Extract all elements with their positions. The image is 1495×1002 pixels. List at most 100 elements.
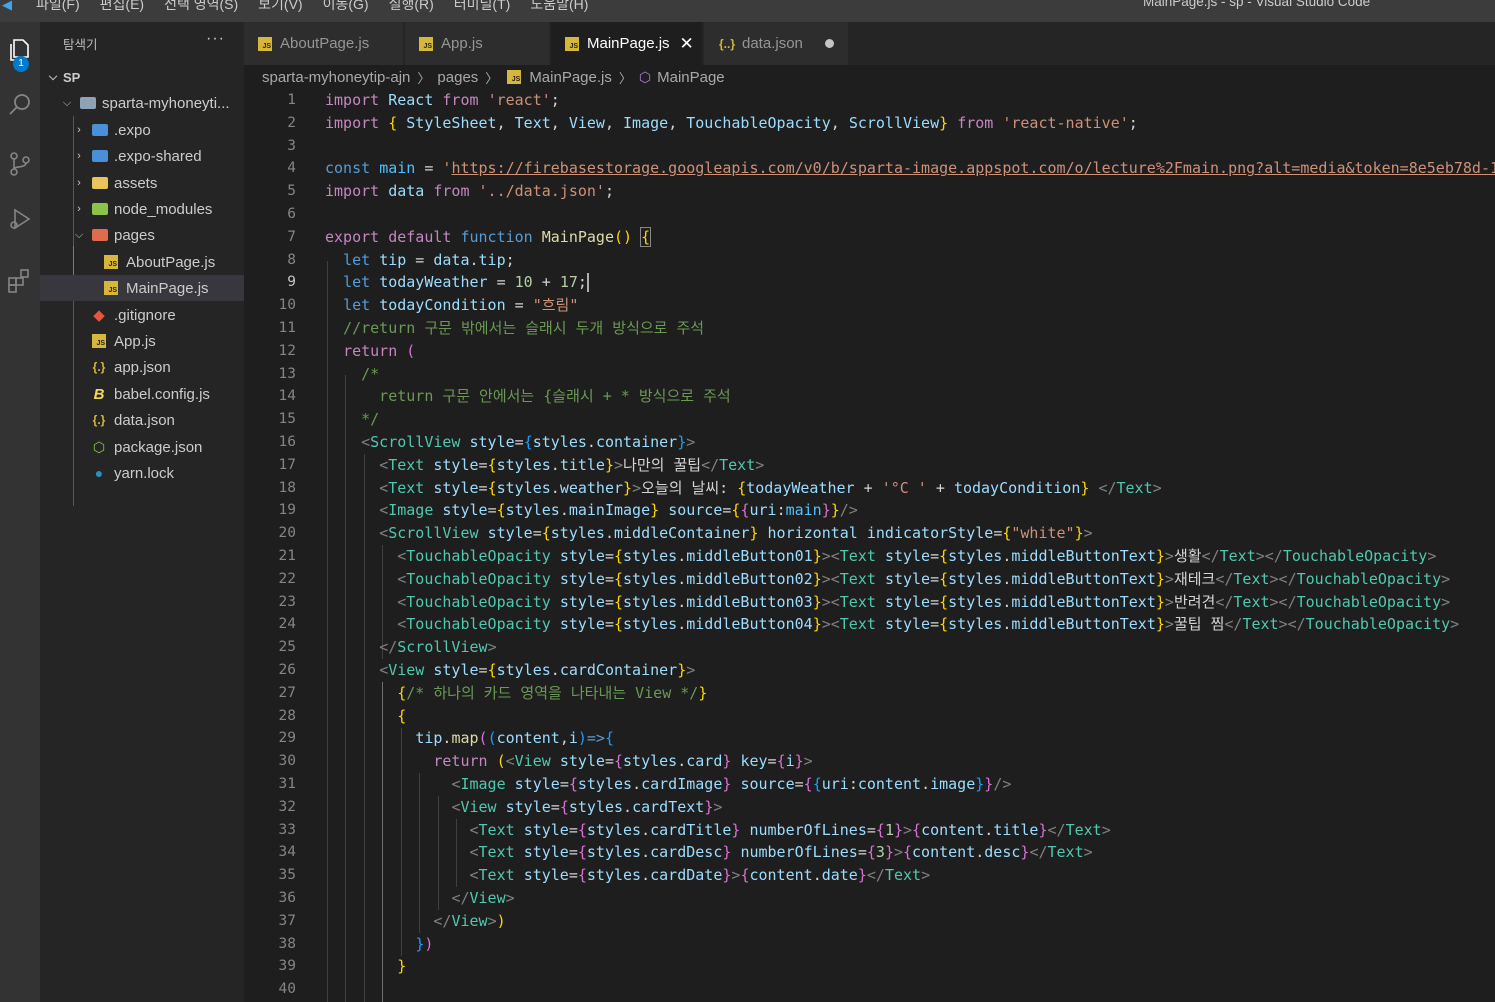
code-line[interactable]: { <box>325 705 406 728</box>
tab-aboutpage[interactable]: JS AboutPage.js <box>244 22 404 65</box>
code-line[interactable]: let tip = data.tip; <box>325 249 515 272</box>
unsaved-dot-icon[interactable] <box>824 39 834 48</box>
tree-item-datajson[interactable]: {.} data.json <box>40 407 244 433</box>
tree-item-label: assets <box>114 174 158 192</box>
tree-item-node-modules[interactable]: › node_modules <box>40 196 244 222</box>
tree-item-aboutpage[interactable]: JS AboutPage.js <box>40 249 244 275</box>
code-line[interactable]: <TouchableOpacity style={styles.middleBu… <box>325 613 1459 636</box>
tree-item-label: package.json <box>114 438 203 456</box>
tab-mainpage[interactable]: JS MainPage.js ✕ <box>551 22 703 65</box>
line-number: 34 <box>278 844 296 861</box>
tree-item-gitignore[interactable]: ◆ .gitignore <box>40 302 244 328</box>
code-line[interactable]: <TouchableOpacity style={styles.middleBu… <box>325 545 1436 568</box>
search-icon[interactable] <box>0 80 40 130</box>
tree-item-appjson[interactable]: {.} app.json <box>40 354 244 380</box>
line-number: 15 <box>278 411 296 428</box>
code-line[interactable]: <Text style={styles.cardDate}>{content.d… <box>325 864 931 887</box>
more-actions-icon[interactable]: ··· <box>206 30 225 48</box>
tree-item-mainpage[interactable]: JS MainPage.js <box>40 275 244 301</box>
breadcrumb-folder[interactable]: sparta-myhoneytip-ajn <box>262 69 410 86</box>
chevron-right-icon: › <box>77 124 81 136</box>
code-line[interactable]: let todayWeather = 10 + 17; <box>325 271 589 294</box>
menu-selection[interactable]: 선택 영역(S) <box>154 0 248 14</box>
code-line[interactable]: <TouchableOpacity style={styles.middleBu… <box>325 591 1450 614</box>
activity-bar: 1 <box>0 22 40 1002</box>
code-line[interactable]: let todayCondition = "흐림" <box>325 294 578 317</box>
code-line[interactable]: const main = 'https://firebasestorage.go… <box>325 157 1495 180</box>
line-number: 32 <box>278 798 296 815</box>
code-line[interactable]: <Text style={styles.title}>나만의 꿀팁</Text> <box>325 454 764 477</box>
line-number: 4 <box>287 160 296 177</box>
tree-item-label: node_modules <box>114 200 213 218</box>
tree-item-yarnlock[interactable]: ● yarn.lock <box>40 460 244 486</box>
source-control-icon[interactable] <box>0 139 40 189</box>
code-line[interactable]: } <box>325 955 406 978</box>
chevron-down-icon: ⌵ <box>48 70 58 83</box>
tab-datajson[interactable]: {..} data.json <box>704 22 849 65</box>
workspace-section-header[interactable]: ⌵ SP <box>40 64 244 90</box>
extensions-icon[interactable] <box>0 256 40 306</box>
tree-item-label: .gitignore <box>114 306 176 324</box>
code-line[interactable]: <Text style={styles.cardDesc} numberOfLi… <box>325 841 1093 864</box>
tree-item-packagejson[interactable]: ⬡ package.json <box>40 434 244 460</box>
code-line[interactable]: import React from 'react'; <box>325 89 560 112</box>
tree-item-babel-config[interactable]: B babel.config.js <box>40 381 244 407</box>
breadcrumb-file[interactable]: MainPage.js <box>529 69 612 86</box>
code-line[interactable]: <ScrollView style={styles.middleContaine… <box>325 522 1092 545</box>
code-line[interactable]: </View>) <box>325 910 505 933</box>
menu-edit[interactable]: 편집(E) <box>90 0 154 14</box>
code-line[interactable]: <ScrollView style={styles.container}> <box>325 431 695 454</box>
code-line[interactable]: return ( <box>325 340 415 363</box>
menu-terminal[interactable]: 터미널(T) <box>444 0 521 14</box>
tree-item-expo[interactable]: › .expo <box>40 117 244 143</box>
code-line[interactable]: import { StyleSheet, Text, View, Image, … <box>325 112 1138 135</box>
tree-item-root-folder[interactable]: ⌵ sparta-myhoneyti... <box>40 90 244 116</box>
js-file-icon: JS <box>507 70 522 84</box>
line-number: 18 <box>278 479 296 496</box>
tab-appjs[interactable]: JS App.js <box>405 22 550 65</box>
explorer-icon[interactable]: 1 <box>0 25 40 75</box>
code-line[interactable]: <View style={styles.cardContainer}> <box>325 659 695 682</box>
code-line[interactable]: }) <box>325 933 433 956</box>
close-icon[interactable]: ✕ <box>680 34 694 54</box>
tree-item-pages[interactable]: ⌵ pages <box>40 222 244 248</box>
code-line[interactable]: <Text style={styles.weather}>오늘의 날씨: {to… <box>325 477 1161 500</box>
code-editor[interactable]: 1 2 3 4 5 6 7 8 9 10 11 12 13 14 15 16 17 18 19 20 21 22 23 24 2… <box>244 89 1495 1002</box>
menu-bar: ◀ 파일(F) 편집(E) 선택 영역(S) 보기(V) 이동(G) 실행(R)… <box>0 0 598 15</box>
json-file-icon: {.} <box>92 413 106 427</box>
code-line[interactable]: */ <box>325 408 379 431</box>
menu-view[interactable]: 보기(V) <box>248 0 312 14</box>
code-line[interactable]: <Image style={styles.cardImage} source={… <box>325 773 1011 796</box>
code-line[interactable]: <Text style={styles.cardTitle} numberOfL… <box>325 819 1111 842</box>
menu-help[interactable]: 도움말(H) <box>520 0 598 14</box>
tree-item-label: App.js <box>114 332 156 350</box>
expo-folder-icon <box>92 150 108 162</box>
code-line[interactable]: <Image style={styles.mainImage} source={… <box>325 499 858 522</box>
code-line[interactable]: </ScrollView> <box>325 636 496 659</box>
chevron-right-icon: 〉 <box>417 70 431 86</box>
code-line[interactable]: </View> <box>325 887 514 910</box>
breadcrumb-symbol[interactable]: MainPage <box>657 69 725 86</box>
menu-run[interactable]: 실행(R) <box>379 0 444 14</box>
code-line[interactable]: tip.map((content,i)=>{ <box>325 727 614 750</box>
code-line[interactable]: <TouchableOpacity style={styles.middleBu… <box>325 568 1450 591</box>
code-line[interactable]: <View style={styles.cardText}> <box>325 796 722 819</box>
code-line[interactable]: export default function MainPage() { <box>325 226 652 249</box>
menu-go[interactable]: 이동(G) <box>313 0 379 14</box>
run-debug-icon[interactable] <box>0 194 40 244</box>
code-line[interactable]: /* <box>325 363 379 386</box>
code-line[interactable]: import data from '../data.json'; <box>325 180 614 203</box>
code-line[interactable]: //return 구문 밖에서는 슬래시 두개 방식으로 주석 <box>325 317 704 340</box>
breadcrumb-subfolder[interactable]: pages <box>437 69 478 86</box>
tree-item-assets[interactable]: › assets <box>40 170 244 196</box>
line-number: 30 <box>278 753 296 770</box>
menu-file[interactable]: 파일(F) <box>26 0 90 14</box>
chevron-down-icon: ⌵ <box>74 228 84 241</box>
tree-item-label: MainPage.js <box>126 279 209 297</box>
tree-item-appjs[interactable]: JS App.js <box>40 328 244 354</box>
code-line[interactable]: return (<View style={styles.card} key={i… <box>325 750 812 773</box>
window-title: MainPage.js - sp - Visual Studio Code <box>1143 0 1371 9</box>
tree-item-expo-shared[interactable]: › .expo-shared <box>40 143 244 169</box>
code-line[interactable]: return 구문 안에서는 {슬래시 + * 방식으로 주석 <box>325 385 731 408</box>
code-line[interactable]: {/* 하나의 카드 영역을 나타내는 View */} <box>325 682 707 705</box>
